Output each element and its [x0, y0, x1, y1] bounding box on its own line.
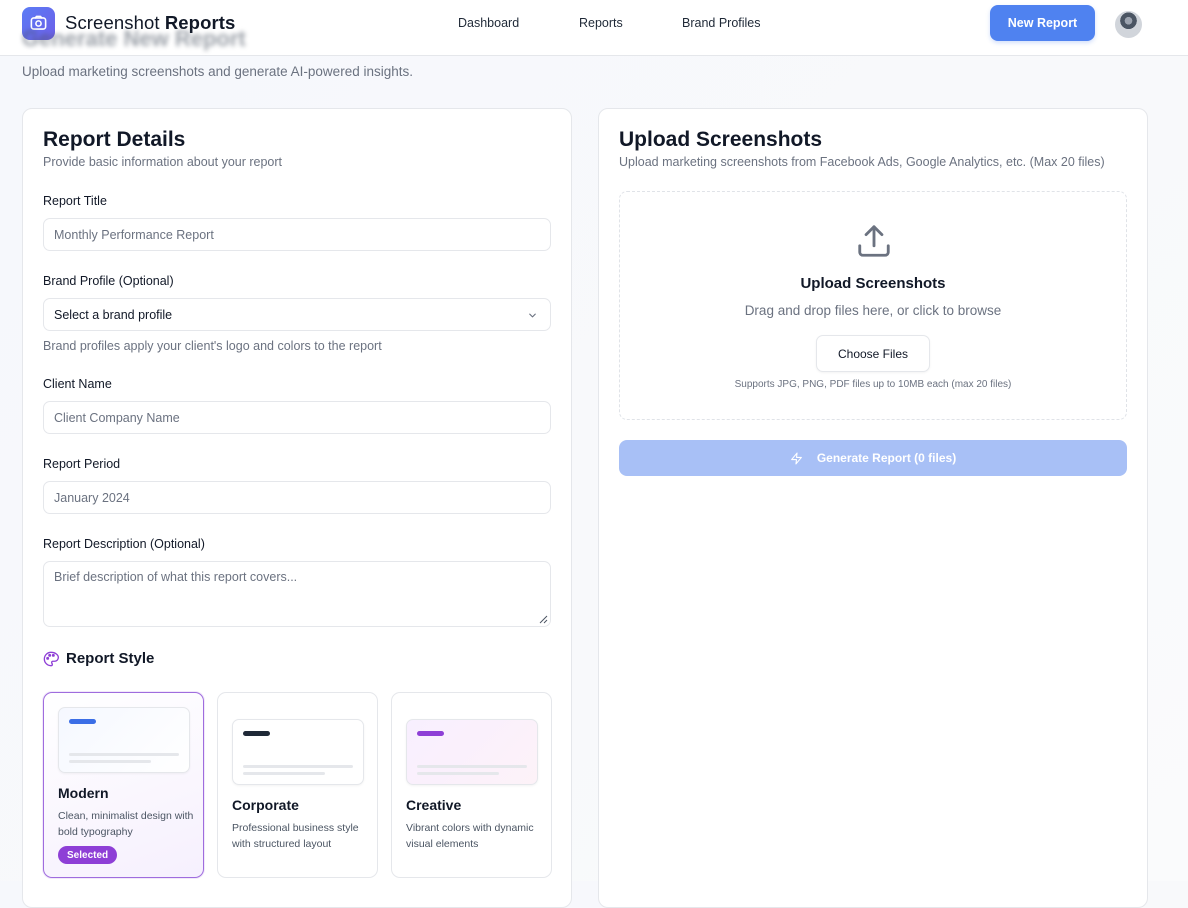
- page-subtitle: Upload marketing screenshots and generat…: [22, 64, 413, 79]
- brand-profile-select[interactable]: Select a brand profile: [43, 298, 551, 331]
- upload-icon: [858, 225, 890, 257]
- brand-profile-helper-text: Brand profiles apply your client's logo …: [43, 339, 382, 353]
- preview-line: [243, 772, 325, 775]
- style-name-corporate: Corporate: [232, 797, 299, 813]
- report-period-label: Report Period: [43, 457, 121, 471]
- page-title: Generate New Report: [22, 26, 246, 51]
- choose-files-button[interactable]: Choose Files: [816, 335, 930, 372]
- file-dropzone[interactable]: Upload Screenshots Drag and drop files h…: [619, 191, 1127, 420]
- style-preview-creative: [406, 719, 538, 785]
- generate-report-label: Generate Report (0 files): [816, 451, 957, 465]
- lightning-icon: [790, 452, 802, 464]
- style-desc-creative: Vibrant colors with dynamic visual eleme…: [406, 822, 534, 850]
- report-description-label: Report Description (Optional): [43, 537, 205, 551]
- report-title-input[interactable]: [43, 218, 551, 251]
- preview-line: [69, 760, 151, 763]
- preview-line: [417, 765, 527, 768]
- user-avatar[interactable]: [1115, 11, 1142, 38]
- nav-link-brand-profiles[interactable]: Brand Profiles: [682, 16, 761, 30]
- brand-profile-selected-value: Select a brand profile: [54, 307, 173, 322]
- style-preview-corporate: [232, 719, 364, 785]
- preview-accent-bar: [69, 719, 96, 724]
- style-desc-corporate: Professional business style with structu…: [232, 822, 359, 850]
- nav-link-dashboard[interactable]: Dashboard: [458, 16, 519, 30]
- style-desc-modern: Clean, minimalist design with bold typog…: [58, 810, 194, 838]
- style-option-modern[interactable]: Modern Clean, minimalist design with bol…: [43, 692, 204, 878]
- preview-accent-bar: [243, 731, 270, 736]
- supported-files-note: Supports JPG, PNG, PDF files up to 10MB …: [734, 379, 1012, 390]
- resize-handle-icon[interactable]: [539, 615, 548, 624]
- report-period-input[interactable]: [43, 481, 551, 514]
- style-name-creative: Creative: [406, 797, 462, 813]
- report-style-heading-text: Report Style: [66, 650, 155, 667]
- upload-card-description: Upload marketing screenshots from Facebo…: [619, 155, 1105, 169]
- style-preview-modern: [58, 707, 190, 773]
- upload-screenshots-card: Upload Screenshots Upload marketing scre…: [598, 108, 1148, 908]
- new-report-button[interactable]: New Report: [990, 5, 1095, 41]
- report-style-heading: Report Style: [43, 650, 154, 667]
- client-name-input[interactable]: [43, 401, 551, 434]
- report-details-card: Report Details Provide basic information…: [22, 108, 572, 908]
- brand-profile-label: Brand Profile (Optional): [43, 274, 174, 288]
- generate-report-button[interactable]: Generate Report (0 files): [619, 440, 1127, 476]
- selected-badge: Selected: [58, 846, 118, 864]
- dropzone-subtitle: Drag and drop files here, or click to br…: [744, 303, 1002, 318]
- upload-card-title: Upload Screenshots: [619, 128, 823, 151]
- dropzone-title: Upload Screenshots: [800, 275, 946, 292]
- client-name-label: Client Name: [43, 377, 112, 391]
- preview-accent-bar: [417, 731, 444, 736]
- style-name-modern: Modern: [58, 785, 109, 801]
- preview-line: [243, 765, 353, 768]
- preview-line: [417, 772, 499, 775]
- report-details-title: Report Details: [43, 128, 186, 151]
- nav-link-reports[interactable]: Reports: [579, 16, 623, 30]
- style-option-creative[interactable]: Creative Vibrant colors with dynamic vis…: [391, 692, 552, 878]
- preview-line: [69, 753, 179, 756]
- chevron-down-icon: [529, 313, 536, 318]
- report-title-label: Report Title: [43, 194, 107, 208]
- palette-icon: [43, 651, 59, 666]
- report-details-description: Provide basic information about your rep…: [43, 155, 283, 169]
- style-option-corporate[interactable]: Corporate Professional business style wi…: [217, 692, 378, 878]
- report-description-textarea[interactable]: [43, 561, 551, 627]
